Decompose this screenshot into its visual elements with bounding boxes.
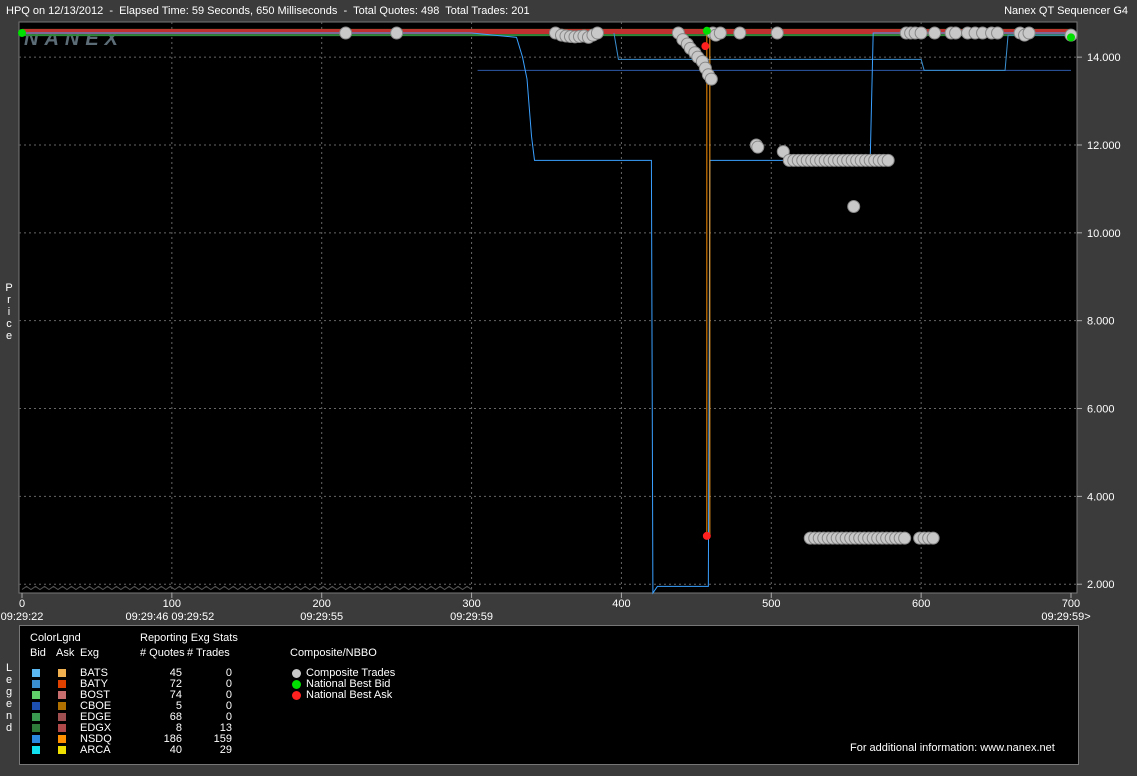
trade-point xyxy=(1022,26,1036,40)
y-tick-label: 10.000 xyxy=(1087,228,1121,240)
trade-point xyxy=(991,26,1005,40)
x-tick-label: 100 xyxy=(163,598,181,610)
best-ask-point xyxy=(701,42,710,51)
x-tick-label: 0 xyxy=(19,598,25,610)
ask-swatch xyxy=(58,669,66,677)
price-chart: NANEX 2.0004.0006.0008.00010.00012.00014… xyxy=(1,21,1121,623)
y-tick-label: 6.000 xyxy=(1087,404,1115,416)
col-ask: Ask xyxy=(56,647,75,659)
quote-count: 40 xyxy=(169,744,182,756)
x-time-label: 09:29:59 xyxy=(450,611,493,623)
bid-swatch xyxy=(32,735,40,743)
col-bid: Bid xyxy=(30,647,46,659)
x-time-label: 09:29:55 xyxy=(300,611,343,623)
plot-area xyxy=(18,21,1078,594)
trade-point xyxy=(733,26,747,40)
exchange-name: ARCA xyxy=(80,744,111,756)
trade-point xyxy=(914,26,928,40)
trade-point xyxy=(926,531,940,545)
trade-point xyxy=(339,26,353,40)
trade-point xyxy=(949,26,963,40)
ask-swatch xyxy=(58,735,66,743)
bid-swatch xyxy=(32,746,40,754)
trade-count: 29 xyxy=(219,744,232,756)
legend-dot xyxy=(292,691,301,700)
col-trades: # Trades xyxy=(187,647,230,659)
y-tick-label: 12.000 xyxy=(1087,140,1121,152)
legend-dot xyxy=(292,669,301,678)
best-bid-point xyxy=(1067,33,1075,42)
x-tick-label: 600 xyxy=(912,598,930,610)
trade-point xyxy=(770,26,784,40)
y-axis: 2.000 4.000 6.000 8.000 10.000 12.000 14.000 xyxy=(1077,52,1121,591)
legend-side-label: Legend xyxy=(5,662,13,734)
trade-point xyxy=(928,26,942,40)
x-time-label: 09:29:59> xyxy=(1041,611,1090,623)
composite-title: Composite/NBBO xyxy=(290,647,377,659)
legend-dot xyxy=(292,680,301,689)
y-tick-label: 8.000 xyxy=(1087,316,1115,328)
x-tick-label: 200 xyxy=(313,598,331,610)
stats-title: Reporting Exg Stats xyxy=(140,632,238,644)
legend-label: National Best Ask xyxy=(306,689,393,701)
color-legend-title: ColorLgnd xyxy=(30,632,81,644)
bid-swatch xyxy=(32,702,40,710)
trade-point xyxy=(390,26,404,40)
y-axis-label: Price xyxy=(5,282,13,342)
bid-swatch xyxy=(32,691,40,699)
bid-swatch xyxy=(32,724,40,732)
x-tick-label: 500 xyxy=(762,598,780,610)
x-axis: 009:29:22 10009:29:46 09:29:52 20009:29:55… xyxy=(1,593,1091,623)
trade-point xyxy=(881,153,895,167)
x-time-label: 09:29:46 09:29:52 xyxy=(126,611,215,623)
ask-swatch xyxy=(58,724,66,732)
ask-swatch xyxy=(58,702,66,710)
y-tick-label: 2.000 xyxy=(1087,579,1115,591)
col-quotes: # Quotes xyxy=(140,647,185,659)
ask-swatch xyxy=(58,713,66,721)
trade-point xyxy=(704,72,718,86)
x-tick-label: 700 xyxy=(1062,598,1080,610)
trade-point xyxy=(847,199,861,213)
best-bid-point xyxy=(702,26,711,35)
bid-swatch xyxy=(32,669,40,677)
y-tick-label: 14.000 xyxy=(1087,52,1121,64)
bid-swatch xyxy=(32,713,40,721)
x-tick-label: 400 xyxy=(612,598,630,610)
trade-point xyxy=(713,26,727,40)
y-tick-label: 4.000 xyxy=(1087,491,1115,503)
best-ask-point xyxy=(702,531,711,540)
x-time-label: 09:29:22 xyxy=(1,611,44,623)
legend-panel: ColorLgnd Reporting Exg Stats Bid Ask Ex… xyxy=(19,625,1079,765)
trade-point xyxy=(898,531,912,545)
x-tick-label: 300 xyxy=(462,598,480,610)
ask-swatch xyxy=(58,691,66,699)
col-exg: Exg xyxy=(80,647,99,659)
ask-swatch xyxy=(58,746,66,754)
best-bid-point xyxy=(18,28,26,37)
trade-point xyxy=(751,140,765,154)
ask-swatch xyxy=(58,680,66,688)
info-text: For additional information: www.nanex.ne… xyxy=(850,742,1055,754)
bid-swatch xyxy=(32,680,40,688)
trade-point xyxy=(590,26,604,40)
